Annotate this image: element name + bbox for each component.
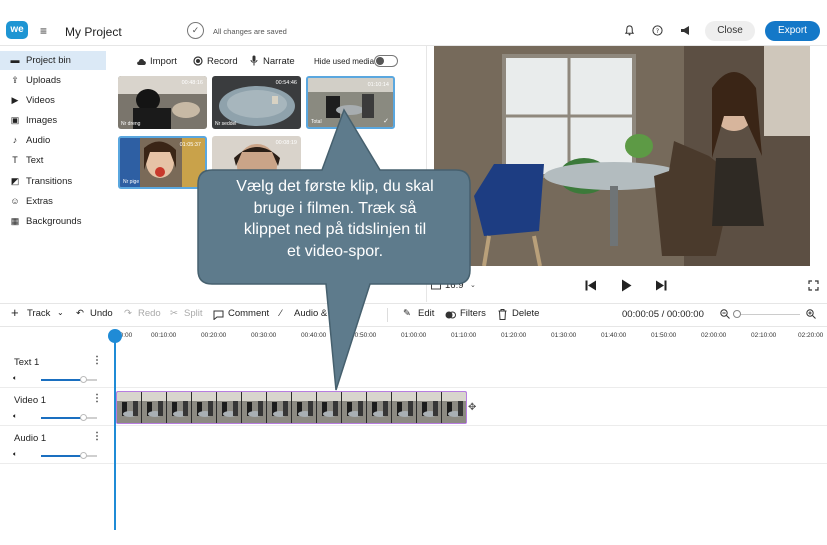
instruction-line: klippet ned på tidslinjen til	[243, 221, 427, 238]
instruction-line: bruge i filmen. Træk så	[253, 199, 417, 217]
instruction-callout	[197, 108, 471, 391]
instruction-line: et video-spor.	[286, 242, 384, 260]
instruction-line: Vælg det første klip, du skal	[236, 178, 434, 195]
instruction-text: Vælg det første klip, du skal bruge i fi…	[200, 176, 470, 262]
